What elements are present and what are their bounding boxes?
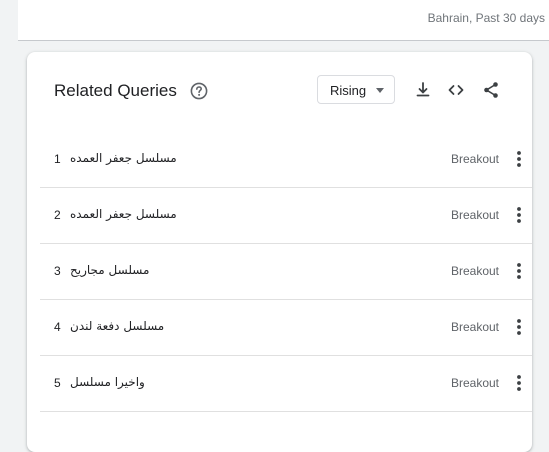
card-header: Related Queries Rising	[27, 52, 532, 132]
caret-down-icon	[376, 88, 384, 93]
query-link[interactable]: مسلسل جعفر العمده	[70, 207, 177, 221]
rank-number: 3	[54, 264, 61, 278]
list-item[interactable]: 4 مسلسل دفعة لندن Breakout	[40, 300, 532, 356]
help-icon[interactable]	[190, 82, 208, 100]
query-value: Breakout	[450, 320, 499, 334]
query-value: Breakout	[450, 376, 499, 390]
related-queries-card: Related Queries Rising 1 مسلسل جعفر العم…	[27, 52, 532, 452]
more-vert-icon[interactable]	[516, 206, 522, 224]
more-vert-icon[interactable]	[516, 262, 522, 280]
list-item[interactable]: 2 مسلسل جعفر العمده Breakout	[40, 188, 532, 244]
query-link[interactable]: مسلسل دفعة لندن	[70, 319, 164, 333]
rank-number: 5	[54, 376, 61, 390]
region-time-label: Bahrain, Past 30 days	[427, 11, 545, 25]
rank-number: 1	[54, 152, 61, 166]
list-item[interactable]: 5 واخيرا مسلسل Breakout	[40, 356, 532, 412]
list-item[interactable]: 3 مسلسل مجاريح Breakout	[40, 244, 532, 300]
download-icon[interactable]	[413, 80, 433, 100]
rising-filter-label: Rising	[330, 83, 367, 98]
related-queries-list: 1 مسلسل جعفر العمده Breakout 2 مسلسل جعف…	[27, 132, 532, 412]
rank-number: 2	[54, 208, 61, 222]
embed-icon[interactable]	[446, 80, 466, 100]
top-header-bar: Bahrain, Past 30 days	[18, 0, 549, 41]
query-link[interactable]: واخيرا مسلسل	[70, 375, 145, 389]
rank-number: 4	[54, 320, 61, 334]
query-link[interactable]: مسلسل جعفر العمده	[70, 151, 177, 165]
query-link[interactable]: مسلسل مجاريح	[70, 263, 149, 277]
list-item[interactable]: 1 مسلسل جعفر العمده Breakout	[40, 132, 532, 188]
query-value: Breakout	[450, 208, 499, 222]
more-vert-icon[interactable]	[516, 374, 522, 392]
query-value: Breakout	[450, 264, 499, 278]
rising-filter-dropdown[interactable]: Rising	[317, 75, 395, 104]
card-title: Related Queries	[54, 81, 177, 100]
query-value: Breakout	[450, 152, 499, 166]
more-vert-icon[interactable]	[516, 150, 522, 168]
more-vert-icon[interactable]	[516, 318, 522, 336]
share-icon[interactable]	[481, 80, 501, 100]
